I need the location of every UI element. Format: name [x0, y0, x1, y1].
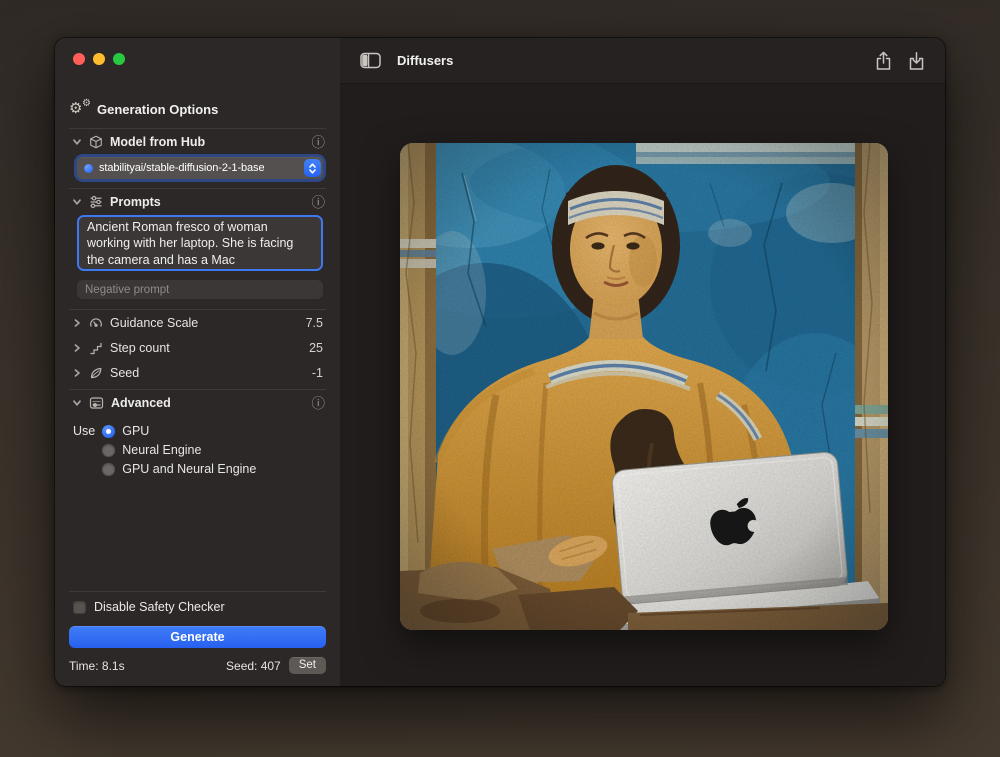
- save-image-icon: [908, 51, 925, 71]
- toggle-sidebar-button[interactable]: [360, 52, 381, 69]
- generation-options-title: Generation Options: [97, 102, 218, 117]
- sidebar-toggle-icon: [360, 52, 381, 69]
- set-seed-button[interactable]: Set: [289, 657, 326, 674]
- radio-selected-icon: [102, 425, 115, 438]
- advanced-icon: [89, 396, 104, 410]
- chevron-right-icon: [72, 343, 82, 353]
- advanced-label: Advanced: [111, 396, 171, 410]
- generated-image: [400, 143, 888, 630]
- app-title: Diffusers: [397, 53, 453, 68]
- zoom-button[interactable]: [113, 53, 125, 65]
- step-count-value: 25: [309, 341, 323, 355]
- step-count-label: Step count: [110, 341, 170, 355]
- prompts-row[interactable]: Prompts ⓘ: [69, 189, 326, 215]
- model-select-value: stabilityai/stable-diffusion-2-1-base: [99, 162, 264, 174]
- chevron-right-icon: [72, 318, 82, 328]
- steps-icon: [89, 341, 103, 355]
- seed-status: Seed: 407: [226, 659, 281, 673]
- sliders-icon: [89, 195, 103, 209]
- gears-icon: ⚙⚙: [69, 100, 89, 118]
- compute-unit-group: Use GPU Neural Engine GPU and Neural Eng…: [73, 422, 326, 478]
- step-count-row[interactable]: Step count 25: [69, 335, 326, 360]
- status-bar: Time: 8.1s Seed: 407 Set: [69, 657, 326, 674]
- advanced-row[interactable]: Advanced ⓘ: [69, 390, 326, 416]
- info-icon[interactable]: ⓘ: [312, 397, 326, 410]
- share-icon: [875, 51, 892, 71]
- chevron-down-icon: [72, 398, 82, 408]
- chevron-right-icon: [72, 368, 82, 378]
- info-icon[interactable]: ⓘ: [312, 136, 326, 149]
- main-panel: Diffusers: [340, 38, 945, 686]
- generate-button[interactable]: Generate: [69, 626, 326, 648]
- popup-stepper-icon: [304, 159, 321, 177]
- radio-gpu[interactable]: GPU: [102, 422, 256, 440]
- model-select[interactable]: stabilityai/stable-diffusion-2-1-base: [77, 157, 323, 179]
- leaf-icon: [89, 366, 103, 380]
- guidance-scale-label: Guidance Scale: [110, 316, 198, 330]
- generation-options-header: ⚙⚙ Generation Options: [69, 100, 326, 118]
- share-button[interactable]: [875, 51, 892, 71]
- model-from-hub-row[interactable]: Model from Hub ⓘ: [69, 129, 326, 155]
- radio-gpu-label: GPU: [122, 424, 149, 438]
- model-from-hub-label: Model from Hub: [110, 135, 205, 149]
- chevron-down-icon: [72, 197, 82, 207]
- generated-image-art: [400, 143, 888, 630]
- divider: [69, 591, 326, 592]
- prompt-input[interactable]: Ancient Roman fresco of woman working wi…: [77, 215, 323, 271]
- diffusers-window: ⚙⚙ Generation Options Model from Hub ⓘ s…: [55, 38, 945, 686]
- seed-label: Seed: [110, 366, 139, 380]
- sidebar: ⚙⚙ Generation Options Model from Hub ⓘ s…: [55, 38, 340, 686]
- radio-gpu-and-neural-engine[interactable]: GPU and Neural Engine: [102, 460, 256, 478]
- window-controls: [73, 53, 125, 65]
- checkbox-icon: [73, 601, 86, 614]
- time-status: Time: 8.1s: [69, 659, 125, 673]
- seed-value: -1: [312, 366, 323, 380]
- disable-safety-checkbox[interactable]: Disable Safety Checker: [73, 598, 326, 616]
- radio-icon: [102, 463, 115, 476]
- guidance-scale-row[interactable]: Guidance Scale 7.5: [69, 310, 326, 335]
- chevron-down-icon: [72, 137, 82, 147]
- model-dot-icon: [84, 164, 93, 173]
- use-label: Use: [73, 422, 95, 478]
- sidebar-bottom: Disable Safety Checker Generate Time: 8.…: [69, 591, 326, 674]
- main-titlebar: Diffusers: [340, 38, 945, 84]
- disable-safety-label: Disable Safety Checker: [94, 600, 225, 614]
- save-button[interactable]: [908, 51, 925, 71]
- gauge-icon: [89, 316, 103, 330]
- radio-neural-engine-label: Neural Engine: [122, 443, 201, 457]
- close-button[interactable]: [73, 53, 85, 65]
- seed-row[interactable]: Seed -1: [69, 360, 326, 385]
- negative-prompt-input[interactable]: [77, 280, 323, 299]
- radio-neural-engine[interactable]: Neural Engine: [102, 441, 256, 459]
- prompts-label: Prompts: [110, 195, 161, 209]
- radio-gpu-ne-label: GPU and Neural Engine: [122, 462, 256, 476]
- radio-icon: [102, 444, 115, 457]
- cube-icon: [89, 135, 103, 149]
- info-icon[interactable]: ⓘ: [312, 196, 326, 209]
- minimize-button[interactable]: [93, 53, 105, 65]
- guidance-scale-value: 7.5: [306, 316, 323, 330]
- image-canvas: [340, 84, 945, 686]
